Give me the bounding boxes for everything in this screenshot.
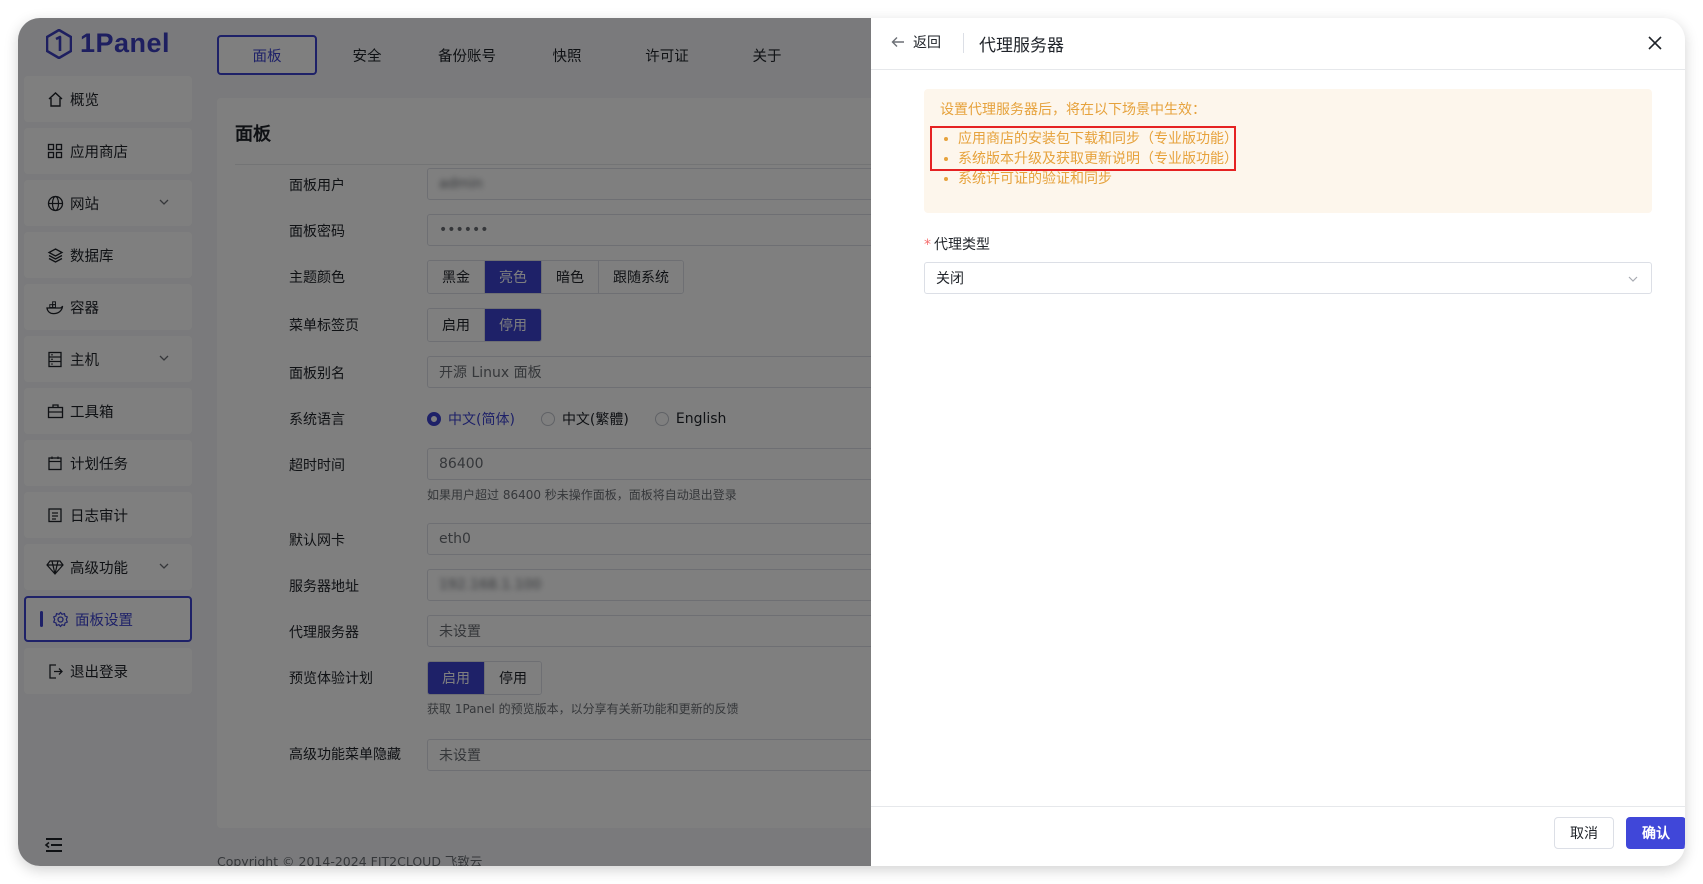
drawer-header: 返回 代理服务器 bbox=[871, 18, 1685, 70]
required-asterisk: * bbox=[924, 237, 931, 253]
highlight-box bbox=[930, 126, 1236, 171]
app-window: 1Panel 概览 应用商店 网站 数据库 容器 bbox=[18, 18, 1685, 866]
modal-overlay[interactable] bbox=[18, 18, 871, 866]
alert-title: 设置代理服务器后，将在以下场景中生效： bbox=[940, 102, 1206, 118]
arrow-left-icon bbox=[891, 37, 904, 47]
close-icon[interactable] bbox=[1647, 35, 1663, 51]
chevron-down-icon bbox=[1628, 276, 1638, 282]
proxy-type-label-text: 代理类型 bbox=[934, 237, 990, 253]
proxy-type-select[interactable]: 关闭 bbox=[924, 262, 1652, 294]
drawer-title: 代理服务器 bbox=[979, 36, 1064, 56]
proxy-drawer: 返回 代理服务器 设置代理服务器后，将在以下场景中生效： 应用商店的安装包下载和… bbox=[871, 18, 1685, 866]
confirm-button[interactable]: 确认 bbox=[1626, 817, 1685, 849]
cancel-button[interactable]: 取消 bbox=[1554, 817, 1614, 849]
back-label: 返回 bbox=[913, 35, 941, 51]
proxy-type-value: 关闭 bbox=[936, 271, 964, 287]
proxy-type-label: * 代理类型 bbox=[924, 234, 990, 254]
divider bbox=[963, 33, 964, 53]
drawer-footer-divider bbox=[871, 806, 1685, 807]
alert-item: 系统许可证的验证和同步 bbox=[944, 169, 1238, 189]
back-button[interactable]: 返回 bbox=[891, 32, 941, 52]
